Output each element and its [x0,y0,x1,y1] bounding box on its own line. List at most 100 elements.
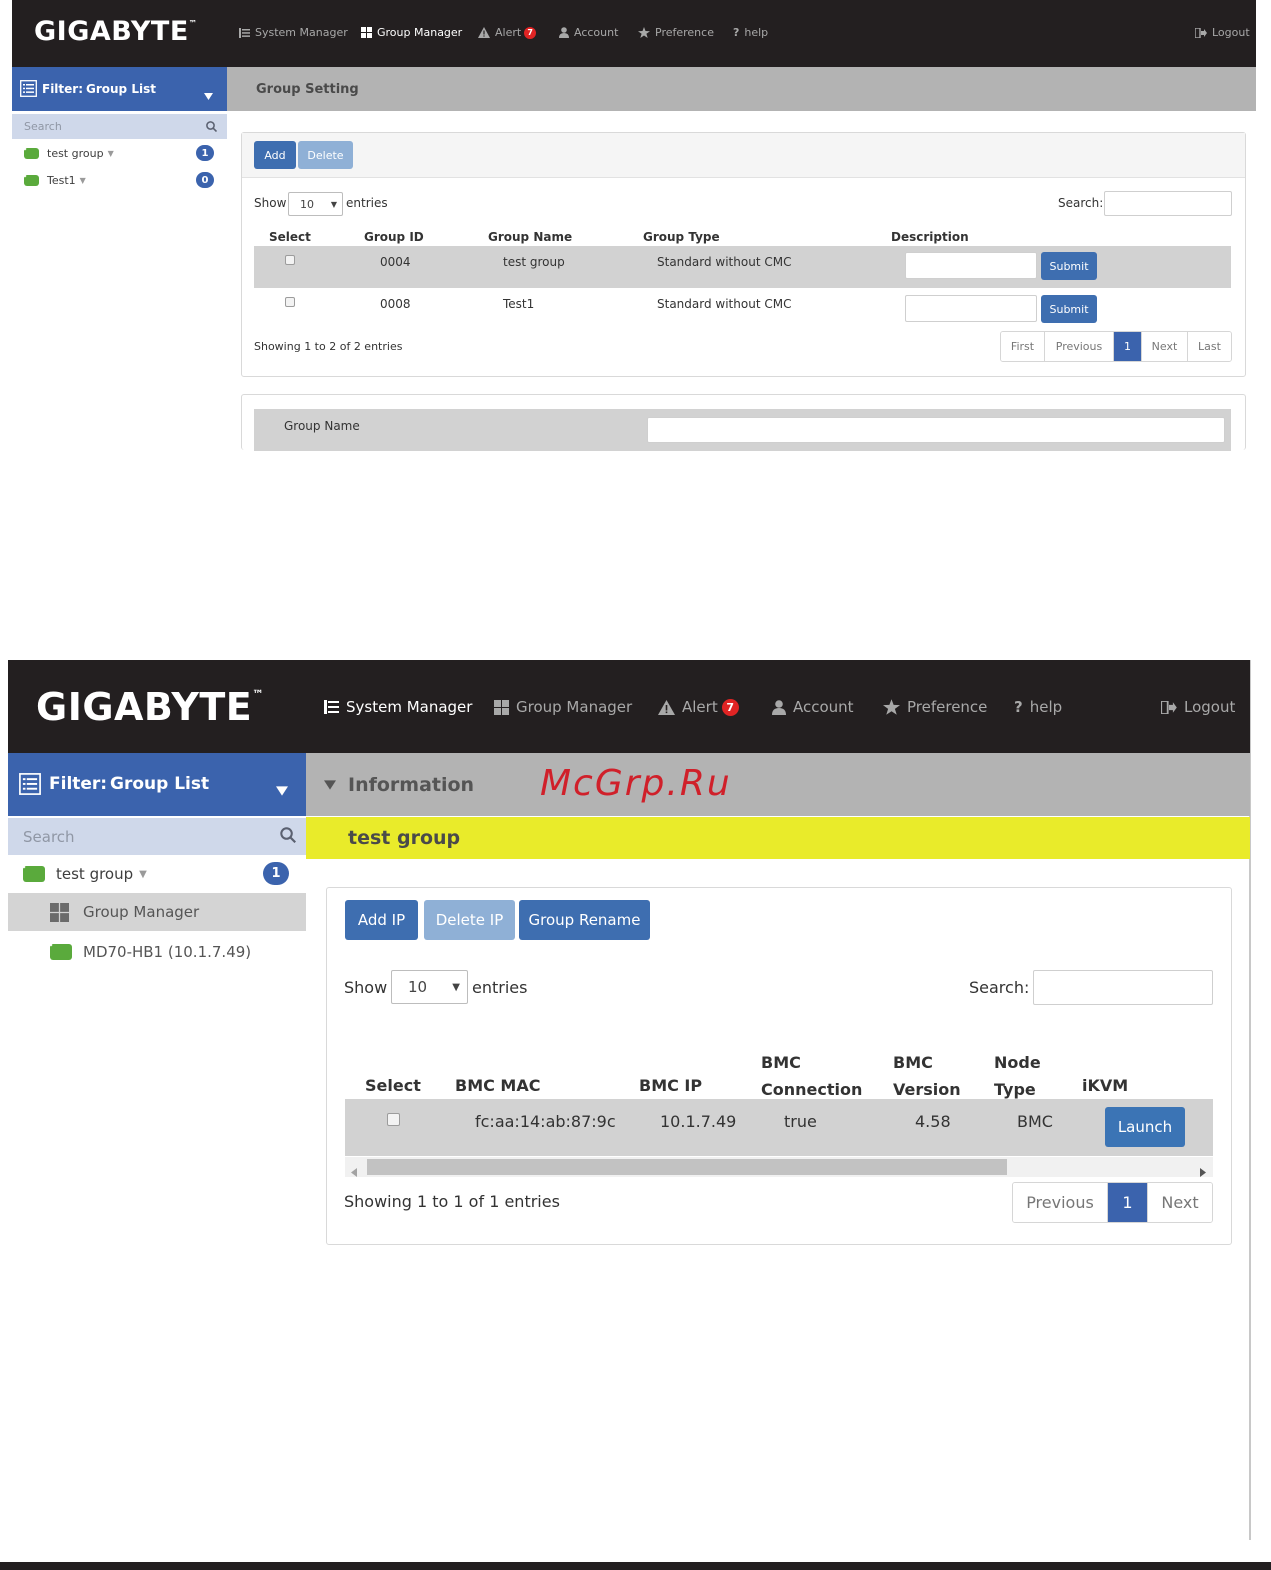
scroll-left-icon[interactable] [351,1162,357,1181]
bmc-connection: true [784,1112,817,1131]
column-header[interactable]: Description [891,230,969,244]
delete-button[interactable]: Delete [298,141,353,169]
show-label: Show [344,978,388,997]
column-header[interactable]: Group ID [364,230,424,244]
chevron-down-icon [276,781,288,800]
tree-item-group-manager[interactable]: Group Manager [8,893,306,931]
column-header-select[interactable]: Select [365,1076,421,1095]
nav-group-manager[interactable]: Group Manager [494,698,632,716]
column-header-ip[interactable]: BMC IP [639,1076,702,1095]
page-previous[interactable]: Previous [1013,1183,1108,1222]
page-previous[interactable]: Previous [1045,332,1114,361]
scrollbar-thumb[interactable] [367,1159,1007,1175]
column-header[interactable]: Group Type [643,230,720,244]
nav-preference[interactable]: Preference [638,26,714,39]
nav-alert[interactable]: Alert 7 [658,698,739,716]
caret-down-icon[interactable]: ▼ [108,149,114,158]
submit-button[interactable]: Submit [1041,295,1097,323]
tree-item-test-group[interactable]: test group ▼ 1 [24,144,216,162]
filter-bar[interactable]: Filter: Group List [8,753,306,816]
page-current[interactable]: 1 [1108,1183,1148,1222]
entries-select[interactable]: 10 ▼ [391,970,468,1004]
table-search-label: Search: [969,978,1030,997]
row-select-checkbox[interactable] [285,255,295,265]
add-button[interactable]: Add [254,141,296,169]
logout-link[interactable]: Logout [1195,26,1250,39]
info-header[interactable]: Information [306,753,1250,816]
page-last[interactable]: Last [1188,332,1231,361]
nav-account[interactable]: Account [559,26,618,39]
caret-down-icon[interactable]: ▼ [80,176,86,185]
entries-label: entries [472,978,528,997]
search-icon[interactable] [280,826,297,847]
horizontal-scrollbar[interactable] [345,1157,1213,1177]
chevron-down-icon [204,85,213,104]
nav-account[interactable]: Account [772,698,854,716]
launch-ikvm-button[interactable]: Launch [1105,1107,1185,1147]
column-header[interactable]: Select [269,230,311,244]
nav-help[interactable]: ? help [733,26,768,39]
nav-preference[interactable]: Preference [883,698,987,716]
sidebar-search[interactable]: Search [12,114,227,139]
nav-system-manager[interactable]: System Manager [324,698,472,716]
nav-help[interactable]: ? help [1014,698,1062,716]
description-input[interactable] [905,252,1037,279]
tree-item-test-group[interactable]: test group ▼ 1 [23,862,293,886]
column-header-mac[interactable]: BMC MAC [455,1076,540,1095]
tree-item-test1[interactable]: Test1 ▼ 0 [24,171,216,189]
row-select-checkbox[interactable] [387,1113,400,1126]
entries-select[interactable]: 10 ▼ [288,192,343,216]
brand-logo: GIGABYTE™ [34,16,198,47]
column-header-node-type[interactable]: Node Type [994,1049,1041,1103]
search-input[interactable]: Search [24,120,62,133]
nav-group-manager[interactable]: Group Manager [361,26,462,39]
tree-item-label: Test1 [47,173,76,187]
screen-1: GIGABYTE™ System Manager Group Manager A… [12,0,1256,451]
page-current[interactable]: 1 [1114,332,1142,361]
group-name: Test1 [503,297,535,311]
list-icon [239,27,250,38]
column-header[interactable]: Group Name [488,230,572,244]
nav-alert[interactable]: Alert 7 [478,26,537,39]
tree-item-label: test group [47,146,104,160]
column-header-connection[interactable]: BMC Connection [761,1049,862,1103]
filter-list-icon [20,80,37,101]
group-rename-button[interactable]: Group Rename [519,900,650,940]
header-line: BMC [761,1053,801,1072]
page-next[interactable]: Next [1142,332,1188,361]
caret-down-icon[interactable]: ▼ [139,869,147,880]
table-search-input[interactable] [1033,970,1213,1005]
nav-system-manager[interactable]: System Manager [239,26,348,39]
group-name-panel: Group Name [241,394,1246,451]
group-name-input[interactable] [647,417,1225,443]
alert-count-badge: 7 [524,26,537,39]
submit-button[interactable]: Submit [1041,252,1097,280]
logout-link[interactable]: Logout [1161,698,1235,716]
table-search-input[interactable] [1104,191,1232,216]
column-header-ikvm[interactable]: iKVM [1082,1076,1128,1095]
section-title: Group Setting [256,81,359,97]
alert-count-badge: 7 [721,698,739,716]
page-next[interactable]: Next [1148,1183,1212,1222]
server-ok-icon [24,174,39,186]
tree-item-label: test group [56,865,134,883]
page-first[interactable]: First [1001,332,1045,361]
nav-label: Account [793,698,854,716]
logout-icon [1161,700,1177,714]
nav-label: Group Manager [377,26,463,39]
row-select-checkbox[interactable] [285,297,295,307]
bmc-mac: fc:aa:14:ab:87:9c [475,1112,616,1131]
show-label: Show [254,196,287,210]
search-icon[interactable] [206,117,218,136]
column-header-version[interactable]: BMC Version [893,1049,961,1103]
nav-label: Preference [907,698,988,716]
filter-bar[interactable]: Filter: Group List [12,67,227,111]
description-input[interactable] [905,295,1037,322]
scroll-right-icon[interactable] [1200,1162,1206,1181]
count-badge: 1 [263,862,289,885]
add-ip-button[interactable]: Add IP [345,900,418,940]
delete-ip-button[interactable]: Delete IP [424,900,515,940]
search-input[interactable]: Search [23,828,75,846]
sidebar-search[interactable]: Search [8,818,306,855]
tree-item-node[interactable]: MD70-HB1 (10.1.7.49) [50,940,300,964]
